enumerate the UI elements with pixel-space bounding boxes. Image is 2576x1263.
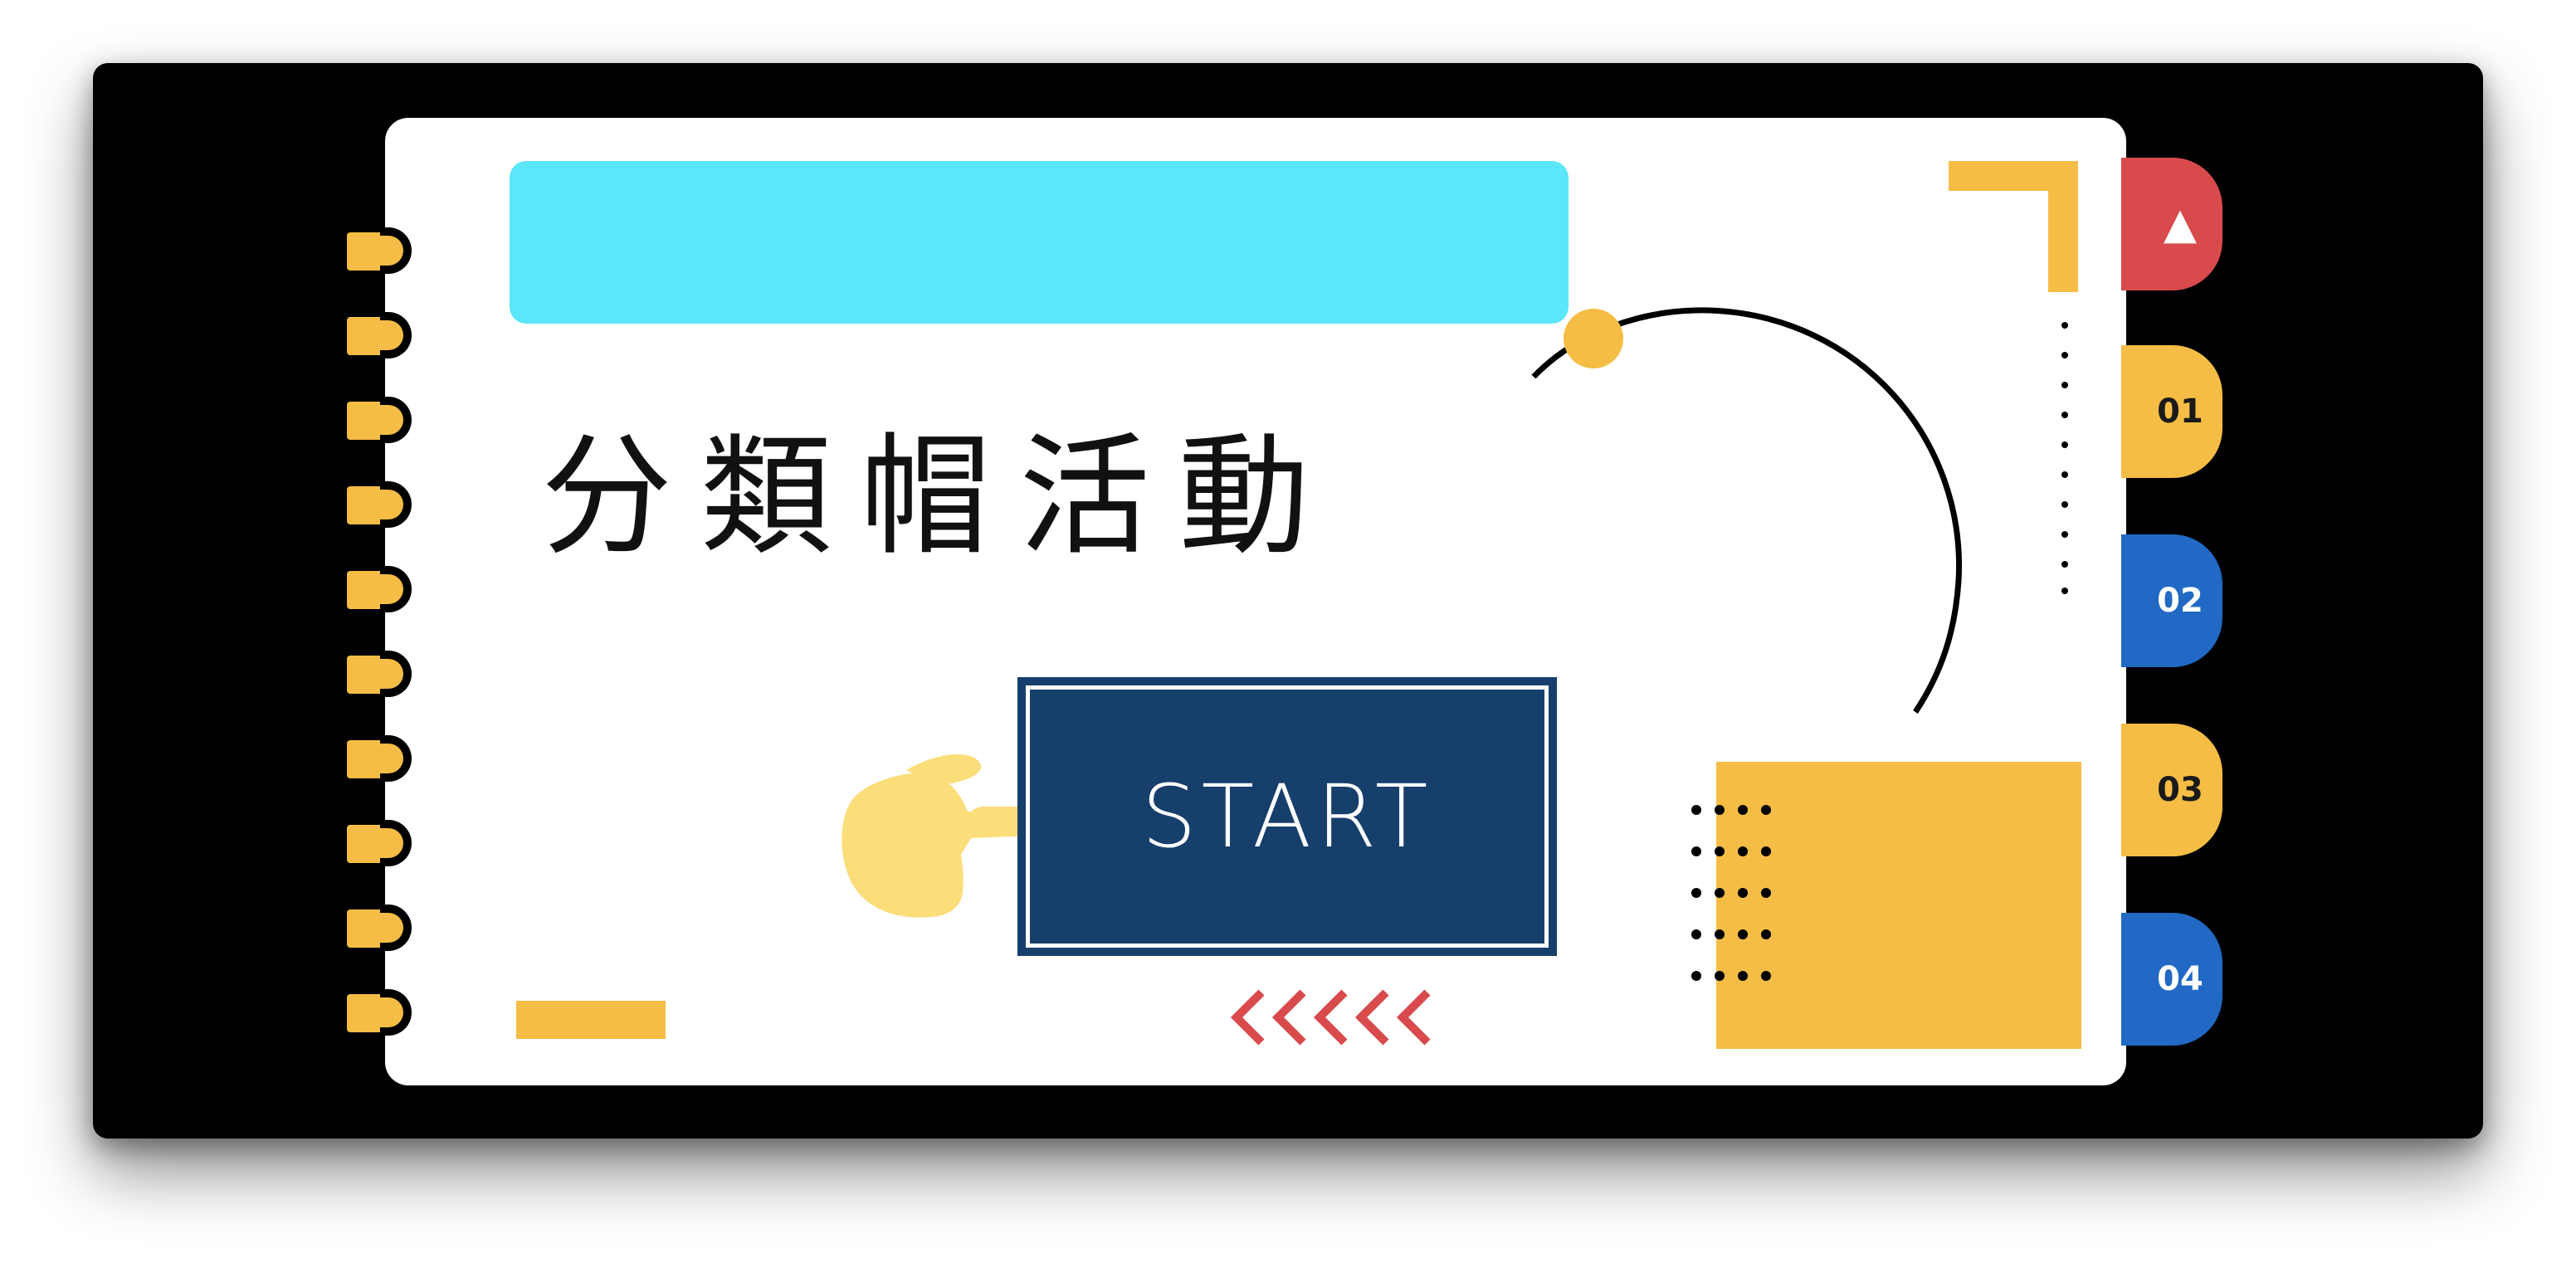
start-button[interactable]: START xyxy=(1017,677,1557,956)
chevrons-icon xyxy=(1230,989,1431,1046)
corner-bracket-shape xyxy=(1949,161,2078,292)
nav-tab-label: 04 xyxy=(2157,960,2203,998)
slide-title: 分類帽活動 xyxy=(541,421,1338,573)
nav-tab-label: 03 xyxy=(2157,771,2203,809)
nav-tab-label: 01 xyxy=(2157,393,2203,431)
start-button-frame: START xyxy=(1026,685,1549,948)
nav-tab-up[interactable]: ▲ xyxy=(2121,158,2222,290)
nav-tab-01[interactable]: 01 xyxy=(2121,345,2222,478)
start-button-label: START xyxy=(1141,766,1433,867)
nav-tab-label: 02 xyxy=(2157,582,2203,620)
arc-dot-shape xyxy=(1564,309,1623,368)
triangle-up-icon: ▲ xyxy=(2164,199,2197,249)
nav-tab-04[interactable]: 04 xyxy=(2121,913,2222,1046)
yellow-block xyxy=(1716,762,2081,1049)
nav-tab-03[interactable]: 03 xyxy=(2121,724,2222,856)
arc-line-shape xyxy=(1531,307,1963,714)
nav-tab-02[interactable]: 02 xyxy=(2121,534,2222,667)
yellow-accent-bar xyxy=(516,1001,666,1039)
